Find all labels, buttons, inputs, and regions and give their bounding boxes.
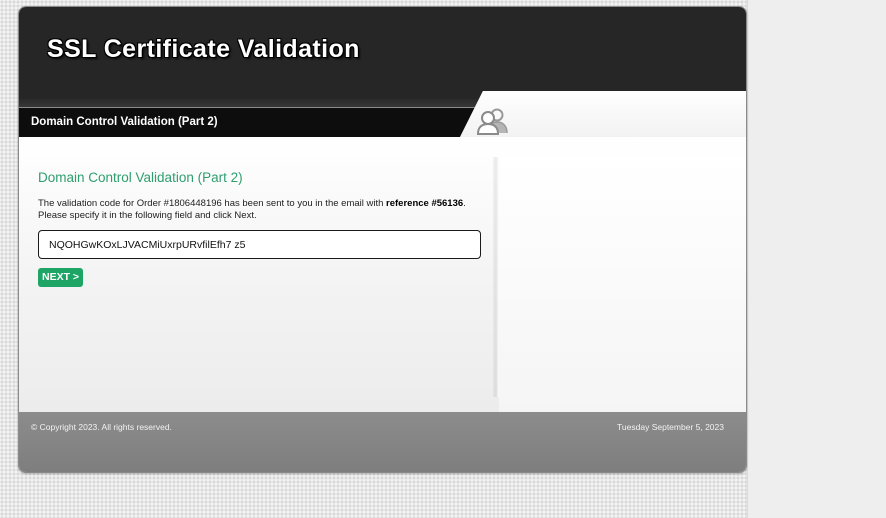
instruction-text: Please specify it in the following field…: [38, 209, 257, 221]
form-heading: Domain Control Validation (Part 2): [38, 170, 243, 185]
users-icon: [476, 108, 508, 135]
form-description: The validation code for Order #180644819…: [38, 198, 485, 221]
validation-form: Domain Control Validation (Part 2) The v…: [38, 170, 485, 287]
footer-date: Tuesday September 5, 2023: [617, 422, 724, 432]
description-end: .: [463, 198, 466, 209]
copyright-text: © Copyright 2023. All rights reserved.: [31, 422, 172, 432]
page-background-panel: [747, 0, 886, 518]
section-bar-title: Domain Control Validation (Part 2): [31, 116, 218, 128]
site-title: SSL Certificate Validation: [47, 35, 360, 63]
page-frame: SSL Certificate Validation Domain Contro…: [18, 6, 747, 473]
validation-code-input[interactable]: [38, 230, 481, 259]
content-area: Domain Control Validation (Part 2) The v…: [19, 137, 746, 412]
description-text: The validation code for Order #180644819…: [38, 198, 387, 209]
site-header: SSL Certificate Validation: [19, 7, 746, 99]
section-bar: Domain Control Validation (Part 2): [19, 107, 479, 138]
reference-number: reference #56136: [386, 198, 464, 209]
site-footer: © Copyright 2023. All rights reserved. T…: [19, 412, 746, 472]
next-button[interactable]: NEXT >: [38, 268, 84, 287]
side-panel: [499, 157, 746, 412]
